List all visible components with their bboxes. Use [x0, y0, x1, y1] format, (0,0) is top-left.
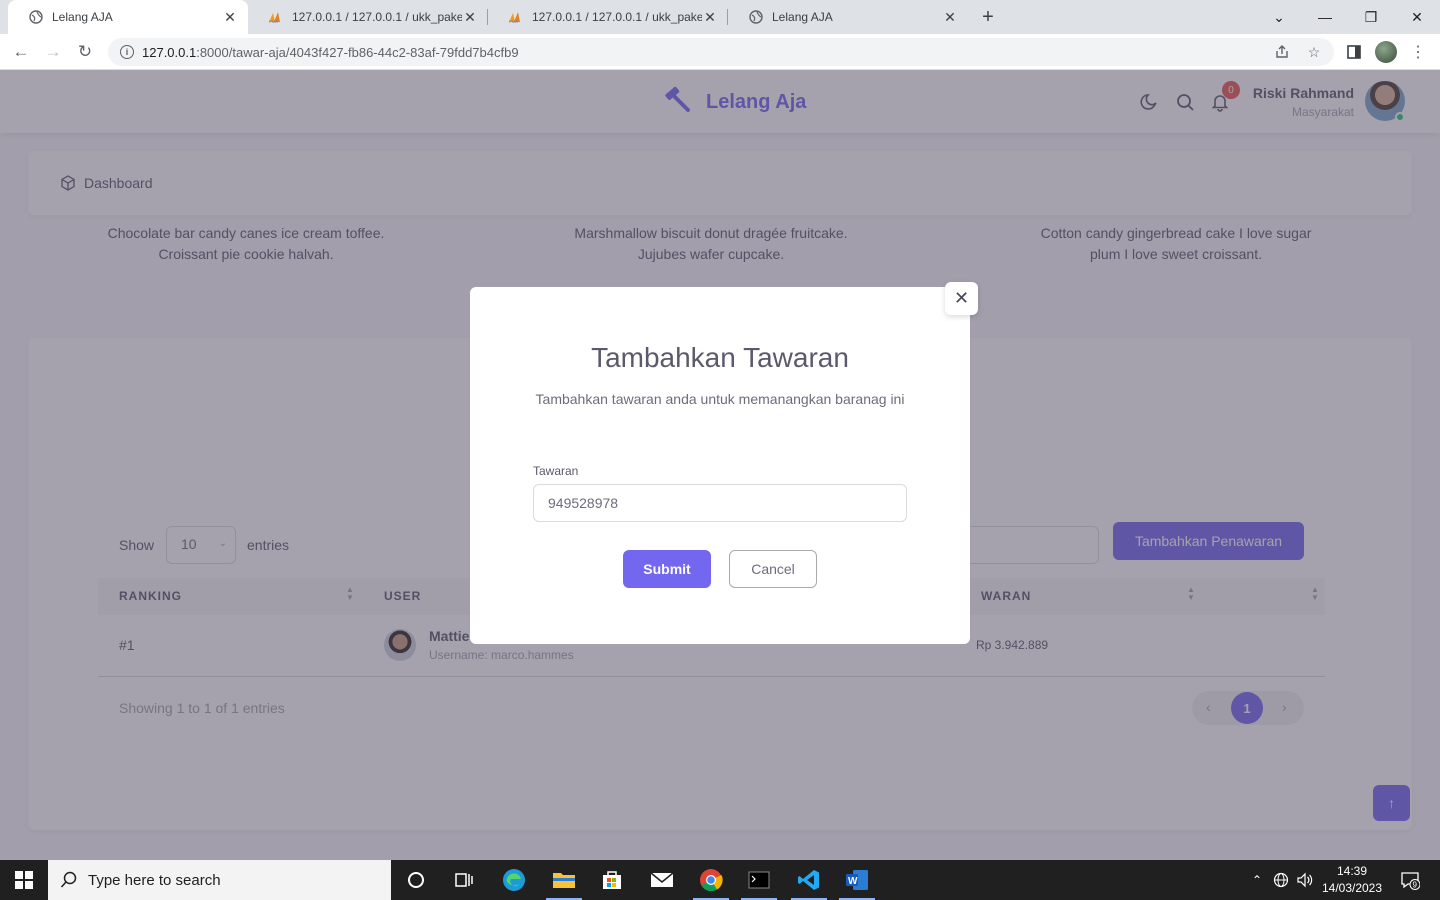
- close-tab-icon[interactable]: ✕: [462, 9, 478, 25]
- site-info-icon[interactable]: i: [120, 45, 134, 59]
- taskbar-search-input[interactable]: Type here to search: [48, 860, 391, 900]
- bookmark-star-icon[interactable]: ☆: [1304, 42, 1324, 62]
- close-tab-icon[interactable]: ✕: [942, 9, 958, 25]
- tab-label: 127.0.0.1 / 127.0.0.1 / ukk_paket_: [292, 10, 462, 24]
- clock-time: 14:39: [1336, 864, 1368, 878]
- tab-label: Lelang AJA: [772, 10, 833, 24]
- minimize-button[interactable]: —: [1302, 0, 1348, 34]
- url-host: 127.0.0.1: [142, 44, 197, 60]
- close-tab-icon[interactable]: ✕: [222, 9, 238, 25]
- svg-text:W: W: [848, 876, 858, 887]
- windows-start-icon[interactable]: [0, 860, 48, 900]
- add-offer-modal: ✕ Tambahkan Tawaran Tambahkan tawaran an…: [470, 282, 978, 644]
- address-bar[interactable]: i 127.0.0.1:8000/tawar-aja/4043f427-fb86…: [108, 38, 1334, 66]
- browser-tab-3[interactable]: PMA 127.0.0.1 / 127.0.0.1 / ukk_paket_ ✕: [488, 0, 728, 34]
- url-path: :8000/tawar-aja/4043f427-fb86-44c2-83af-…: [196, 44, 519, 60]
- browser-tab-1[interactable]: Lelang AJA ✕: [8, 0, 248, 34]
- svg-text:PMA: PMA: [509, 19, 518, 23]
- search-icon: [60, 871, 78, 893]
- globe-icon: [748, 9, 764, 25]
- submit-button[interactable]: Submit: [623, 550, 711, 588]
- modal-title: Tambahkan Tawaran: [591, 342, 849, 373]
- close-icon[interactable]: ✕: [945, 282, 978, 315]
- word-icon[interactable]: W: [833, 860, 881, 900]
- svg-text:PMA: PMA: [269, 19, 278, 23]
- globe-icon: [28, 9, 44, 25]
- browser-profile-avatar[interactable]: [1375, 41, 1397, 63]
- show-hidden-icons-chevron-icon[interactable]: ⌃: [1246, 860, 1268, 900]
- cancel-button[interactable]: Cancel: [729, 550, 817, 588]
- browser-tab-strip: Lelang AJA ✕ PMA 127.0.0.1 / 127.0.0.1 /…: [0, 0, 1440, 34]
- new-tab-button[interactable]: +: [976, 5, 1000, 29]
- forward-arrow-icon[interactable]: →: [40, 39, 66, 65]
- action-center-count: 9: [1413, 881, 1418, 890]
- vscode-icon[interactable]: [785, 860, 833, 900]
- terminal-icon[interactable]: [735, 860, 783, 900]
- share-icon[interactable]: [1272, 42, 1292, 62]
- file-explorer-icon[interactable]: [540, 860, 588, 900]
- reload-icon[interactable]: ↻: [72, 39, 98, 65]
- close-window-button[interactable]: ✕: [1394, 0, 1440, 34]
- cortana-icon[interactable]: [392, 860, 440, 900]
- close-tab-icon[interactable]: ✕: [702, 9, 718, 25]
- system-clock[interactable]: 14:39 14/03/2023: [1318, 863, 1386, 897]
- tab-search-chevron-icon[interactable]: ⌄: [1256, 0, 1302, 34]
- clock-date: 14/03/2023: [1321, 881, 1383, 895]
- mail-icon[interactable]: [638, 860, 686, 900]
- browser-toolbar: ← → ↻ i 127.0.0.1:8000/tawar-aja/4043f42…: [0, 34, 1440, 70]
- microsoft-store-icon[interactable]: [588, 860, 636, 900]
- browser-tab-2[interactable]: PMA 127.0.0.1 / 127.0.0.1 / ukk_paket_ ✕: [248, 0, 488, 34]
- browser-tab-4[interactable]: Lelang AJA ✕: [728, 0, 968, 34]
- network-globe-icon[interactable]: [1270, 860, 1292, 900]
- phpmyadmin-icon: PMA: [508, 9, 524, 25]
- windows-taskbar: Type here to search W ⌃ 14:39 14/03/2023…: [0, 860, 1440, 900]
- modal-description: Tambahkan tawaran anda untuk memanangkan…: [535, 391, 905, 407]
- phpmyadmin-icon: PMA: [268, 9, 284, 25]
- browser-menu-icon[interactable]: ⋮: [1408, 40, 1428, 64]
- taskbar-search-placeholder: Type here to search: [88, 871, 221, 889]
- back-arrow-icon[interactable]: ←: [8, 39, 34, 65]
- volume-icon[interactable]: [1294, 860, 1316, 900]
- task-view-icon[interactable]: [440, 860, 488, 900]
- offer-field-label: Tawaran: [533, 464, 579, 478]
- action-center-icon[interactable]: 9: [1396, 860, 1424, 900]
- restore-button[interactable]: ❐: [1348, 0, 1394, 34]
- offer-amount-input[interactable]: [533, 484, 907, 522]
- edge-icon[interactable]: [490, 860, 538, 900]
- tab-label: Lelang AJA: [52, 10, 113, 24]
- web-page: Lelang Aja 0 Riski Rahmand Masyarakat Da…: [0, 70, 1440, 860]
- side-panel-icon[interactable]: [1344, 42, 1364, 62]
- tab-label: 127.0.0.1 / 127.0.0.1 / ukk_paket_: [532, 10, 702, 24]
- chrome-icon[interactable]: [687, 860, 735, 900]
